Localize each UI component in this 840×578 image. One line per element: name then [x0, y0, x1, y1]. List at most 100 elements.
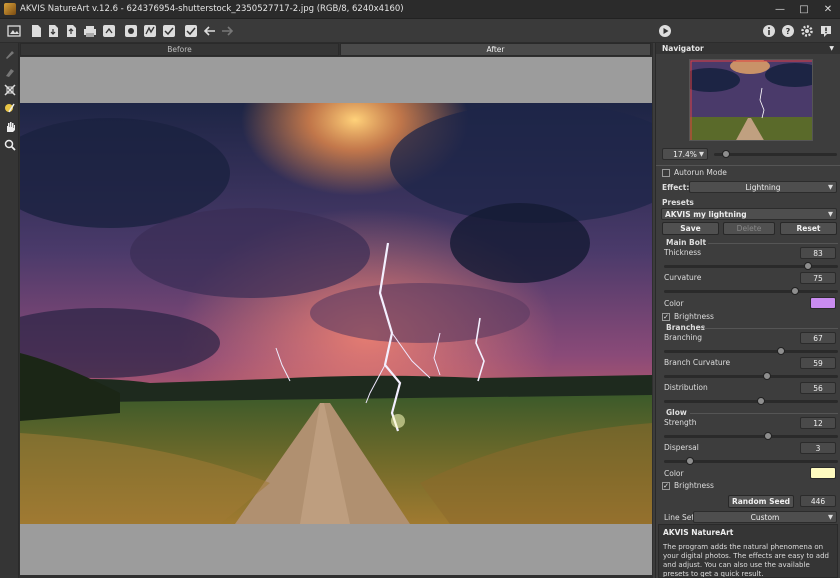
preset-select[interactable]: AKVIS my lightning ▼	[661, 208, 837, 220]
tool-icon-c[interactable]	[161, 23, 177, 39]
export-icon[interactable]	[45, 23, 61, 39]
autorun-label: Autorun Mode	[674, 168, 727, 177]
tool-icon-b[interactable]	[142, 23, 158, 39]
glow-color-label: Color	[664, 469, 684, 478]
thickness-input[interactable]: 83	[800, 247, 836, 259]
preset-value: AKVIS my lightning	[665, 209, 747, 219]
navigator-preview[interactable]	[689, 59, 813, 141]
line-set-value: Custom	[750, 512, 780, 522]
branching-slider[interactable]	[664, 347, 838, 355]
thickness-slider[interactable]	[664, 262, 838, 270]
chevron-down-icon: ▼	[828, 210, 833, 218]
zoom-icon[interactable]	[2, 137, 17, 152]
line-set-select[interactable]: Custom ▼	[693, 511, 837, 523]
divider	[708, 243, 838, 244]
help-icon[interactable]: ?	[780, 23, 796, 39]
redo-icon[interactable]	[219, 23, 235, 39]
tab-before[interactable]: Before	[20, 43, 339, 56]
dispersal-input[interactable]: 3	[800, 442, 836, 454]
check-icon[interactable]	[183, 23, 199, 39]
curvature-slider[interactable]	[664, 287, 838, 295]
zoom-slider-thumb[interactable]	[722, 150, 731, 158]
eraser-icon[interactable]	[2, 64, 17, 79]
slider-thumb[interactable]	[804, 262, 813, 270]
notification-icon[interactable]	[818, 23, 834, 39]
sky-brush-icon[interactable]	[2, 100, 17, 115]
strength-slider[interactable]	[664, 432, 838, 440]
strength-label: Strength	[664, 418, 697, 427]
glow-title: Glow	[666, 408, 687, 417]
open-image-icon[interactable]	[6, 23, 22, 39]
save-icon[interactable]	[28, 23, 44, 39]
chevron-down-icon: ▼	[828, 513, 833, 521]
distribution-input[interactable]: 56	[800, 382, 836, 394]
save-preset-button[interactable]: Save	[662, 222, 719, 235]
tool-icon-a[interactable]	[123, 23, 139, 39]
distribution-label: Distribution	[664, 383, 708, 392]
image-stage[interactable]	[20, 57, 652, 575]
branch-curvature-slider[interactable]	[664, 372, 838, 380]
distribution-slider[interactable]	[664, 397, 838, 405]
chevron-down-icon: ▼	[699, 150, 704, 158]
window-controls: — □ ✕	[768, 0, 840, 19]
result-image[interactable]	[20, 103, 652, 524]
crop-icon[interactable]	[2, 82, 17, 97]
dispersal-slider[interactable]	[664, 457, 838, 465]
bolt-color-label: Color	[664, 299, 684, 308]
undo-icon[interactable]	[202, 23, 218, 39]
canvas-area: Before After	[19, 43, 653, 578]
maximize-icon[interactable]: □	[792, 0, 816, 19]
slider-thumb[interactable]	[686, 457, 695, 465]
navigator-title: Navigator	[662, 44, 704, 53]
delete-preset-button[interactable]: Delete	[723, 222, 775, 235]
chevron-down-icon: ▼	[828, 183, 833, 191]
bolt-brightness-label: Brightness	[674, 312, 714, 321]
left-toolbar	[0, 43, 19, 578]
print-icon[interactable]	[82, 23, 98, 39]
slider-thumb[interactable]	[790, 287, 799, 295]
navigator-header: Navigator ▼	[656, 43, 840, 54]
branch-curvature-input[interactable]: 59	[800, 357, 836, 369]
info-panel: AKVIS NatureArt The program adds the nat…	[658, 524, 838, 578]
reset-button[interactable]: Reset	[780, 222, 837, 235]
zoom-slider[interactable]	[714, 150, 837, 158]
glow-brightness-checkbox[interactable]: ✓	[662, 482, 670, 490]
close-icon[interactable]: ✕	[816, 0, 840, 19]
info-icon[interactable]	[761, 23, 777, 39]
divider	[690, 413, 838, 414]
app-logo-icon	[4, 3, 16, 15]
bolt-color-swatch[interactable]	[810, 297, 836, 309]
batch-icon[interactable]	[63, 23, 79, 39]
slider-thumb[interactable]	[776, 347, 785, 355]
svg-text:?: ?	[786, 27, 791, 36]
curvature-label: Curvature	[664, 273, 702, 282]
hand-icon[interactable]	[2, 119, 17, 134]
autorun-checkbox[interactable]	[662, 169, 670, 177]
slider-thumb[interactable]	[762, 372, 771, 380]
slider-thumb[interactable]	[764, 432, 773, 440]
branching-input[interactable]: 67	[800, 332, 836, 344]
settings-icon[interactable]	[799, 23, 815, 39]
brush-icon[interactable]	[2, 46, 17, 61]
slider-thumb[interactable]	[757, 397, 766, 405]
zoom-select[interactable]: 17.4% ▼	[662, 148, 708, 160]
bolt-brightness-checkbox[interactable]: ✓	[662, 313, 670, 321]
strength-input[interactable]: 12	[800, 417, 836, 429]
curvature-input[interactable]: 75	[800, 272, 836, 284]
random-seed-button[interactable]: Random Seed	[728, 495, 794, 508]
share-icon[interactable]	[101, 23, 117, 39]
collapse-icon[interactable]: ▼	[829, 45, 834, 52]
title-bar: AKVIS NatureArt v.12.6 - 624376954-shutt…	[0, 0, 840, 19]
window-title: AKVIS NatureArt v.12.6 - 624376954-shutt…	[20, 4, 404, 14]
run-icon[interactable]	[657, 23, 673, 39]
random-seed-input[interactable]: 446	[800, 495, 836, 507]
zoom-value: 17.4%	[673, 149, 697, 159]
glow-brightness-label: Brightness	[674, 481, 714, 490]
minimize-icon[interactable]: —	[768, 0, 792, 19]
main-bolt-title: Main Bolt	[666, 238, 707, 247]
effect-select[interactable]: Lightning ▼	[689, 181, 837, 193]
tab-after[interactable]: After	[340, 43, 651, 56]
glow-color-swatch[interactable]	[810, 467, 836, 479]
settings-panel: Navigator ▼ 17.4% ▼ Autorun Mode Effect:…	[655, 43, 840, 578]
effect-label: Effect:	[662, 183, 690, 192]
